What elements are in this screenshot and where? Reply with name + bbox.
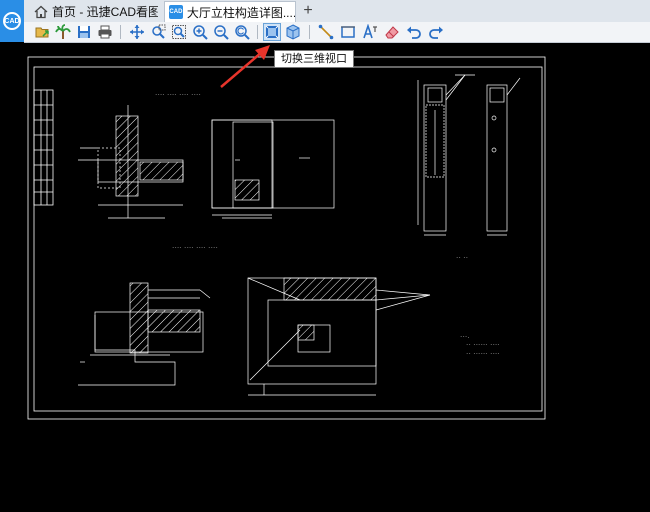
svg-text:-- --: -- -- xyxy=(456,255,468,260)
text-icon xyxy=(363,24,377,39)
tab-bar: 首页 - 迅捷CAD看图 CAD 大厅立柱构造详图.... + xyxy=(0,0,650,23)
switch-3d-view-tooltip: 切换三维视口 xyxy=(274,50,354,68)
zoom-window-button[interactable] xyxy=(149,23,167,41)
rectangle-button[interactable] xyxy=(339,23,357,41)
switch-3d-view-button[interactable] xyxy=(263,23,281,41)
drawing-sheet-border xyxy=(27,56,546,420)
text-button[interactable] xyxy=(361,23,379,41)
zoom-out-icon xyxy=(214,25,229,40)
title-block xyxy=(33,89,54,206)
detail-d xyxy=(247,277,431,396)
open-file-icon xyxy=(35,27,49,38)
undo-icon xyxy=(407,26,421,39)
pointer-arrow-head xyxy=(255,45,270,60)
app-logo[interactable]: CAD xyxy=(0,0,24,42)
drawing-canvas[interactable]: ---- ---- ---- ---- ---- ---- ---- ---- xyxy=(0,43,650,512)
tab-drawing-label: 大厅立柱构造详图.... xyxy=(186,5,295,20)
open-file-button[interactable] xyxy=(34,23,52,41)
pan-icon xyxy=(130,25,144,39)
zoom-extents-icon xyxy=(172,25,186,39)
palm-tree-icon xyxy=(55,24,71,39)
tab-home[interactable]: 首页 - 迅捷CAD看图 xyxy=(30,1,158,22)
cad-file-icon: CAD xyxy=(169,5,183,19)
measure-icon xyxy=(318,24,334,40)
toolbar-separator xyxy=(120,25,121,39)
svg-text:---.: ---. xyxy=(460,334,470,339)
toolbar-separator xyxy=(309,25,310,39)
zoom-in-button[interactable] xyxy=(191,23,209,41)
print-button[interactable] xyxy=(96,23,114,41)
zoom-out-button[interactable] xyxy=(212,23,230,41)
redo-icon xyxy=(429,26,443,39)
pan-button[interactable] xyxy=(128,23,146,41)
measure-button[interactable] xyxy=(317,23,335,41)
app-logo-text: CAD xyxy=(3,12,21,30)
eraser-icon xyxy=(385,26,399,39)
detail-a: ---- ---- ---- ---- xyxy=(78,92,201,219)
save-button[interactable] xyxy=(75,23,93,41)
palm-tree-button[interactable] xyxy=(54,23,72,41)
drawing-frame xyxy=(33,66,543,412)
save-icon xyxy=(78,26,90,38)
svg-text:-- ------ ----: -- ------ ---- xyxy=(466,342,500,347)
svg-text:-- ------ ----: -- ------ ---- xyxy=(466,351,500,356)
cad-drawing: ---- ---- ---- ---- ---- ---- ---- ---- xyxy=(27,45,546,420)
svg-text:---- ---- ---- ----: ---- ---- ---- ---- xyxy=(155,92,201,97)
zoom-previous-button[interactable] xyxy=(233,23,251,41)
3d-view-button[interactable] xyxy=(284,23,302,41)
zoom-extents-button[interactable] xyxy=(170,23,188,41)
switch-3d-view-icon xyxy=(265,25,279,39)
tab-home-label: 首页 - 迅捷CAD看图 xyxy=(52,5,158,19)
eraser-button[interactable] xyxy=(383,23,401,41)
zoom-in-icon xyxy=(193,25,208,40)
notes-block: -- -- ---. -- ------ ---- -- ------ ---- xyxy=(456,255,500,356)
rectangle-icon xyxy=(341,26,355,38)
tab-drawing[interactable]: CAD 大厅立柱构造详图.... xyxy=(164,1,296,22)
svg-text:---- ---- ---- ----: ---- ---- ---- ---- xyxy=(172,245,218,250)
detail-c: ---- ---- ---- ---- xyxy=(78,245,218,386)
zoom-window-icon xyxy=(152,24,166,39)
toolbar xyxy=(24,22,650,43)
add-tab-button[interactable]: + xyxy=(300,1,316,21)
toolbar-separator xyxy=(257,25,258,39)
undo-button[interactable] xyxy=(405,23,423,41)
home-icon xyxy=(34,5,48,19)
print-icon xyxy=(98,25,112,39)
zoom-previous-icon xyxy=(235,25,250,40)
detail-elevation xyxy=(417,74,521,236)
detail-b xyxy=(211,119,335,219)
redo-button[interactable] xyxy=(427,23,445,41)
3d-view-icon xyxy=(286,24,300,40)
